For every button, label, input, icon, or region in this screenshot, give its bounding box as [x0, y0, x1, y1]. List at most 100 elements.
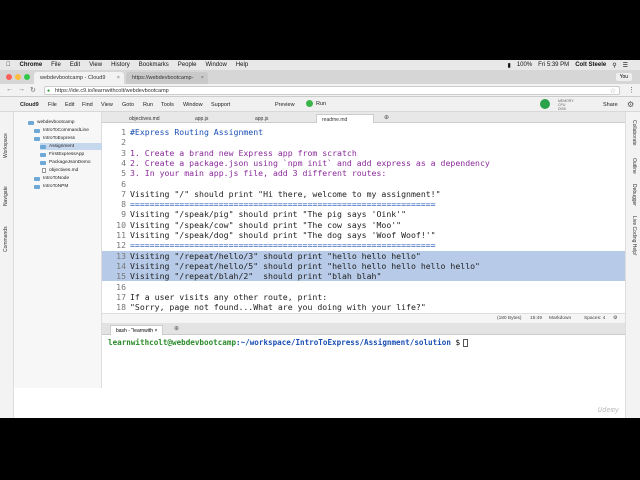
code-line[interactable]: 1 #Express Routing Assignment [102, 127, 625, 137]
line-number[interactable]: 8 [102, 199, 126, 209]
url-field[interactable]: ● https://ide.c9.io/learnwithcolt/webdev… [44, 86, 620, 95]
live-coding-help-panel-tab[interactable]: Live Coding Help! [631, 216, 637, 255]
line-number[interactable]: 9 [102, 209, 126, 219]
navigate-panel-tab[interactable]: Navigate [3, 186, 9, 206]
c9-menu-view[interactable]: View [101, 102, 113, 108]
commands-panel-tab[interactable]: Commands [3, 226, 9, 252]
code-line[interactable]: 12 ======================================… [102, 240, 625, 250]
code-line[interactable]: 18 "Sorry, page not found...What are you … [102, 302, 625, 312]
tree-node-introtonpm[interactable]: IntroToNPM [34, 183, 68, 190]
code-line[interactable]: 5 3. In your main app.js file, add 3 diff… [102, 168, 625, 178]
code-line[interactable]: 16 [102, 282, 625, 292]
c9-menu-edit[interactable]: Edit [65, 102, 74, 108]
line-number[interactable]: 4 [102, 158, 126, 168]
settings-gear-icon[interactable]: ⚙ [613, 316, 617, 321]
mac-menu-people[interactable]: People [178, 62, 197, 68]
terminal-tab-bash[interactable]: bash - "learnwith × [110, 325, 164, 335]
forward-icon[interactable]: → [18, 86, 25, 93]
code-line[interactable]: 8 =======================================… [102, 199, 625, 209]
preview-button[interactable]: Preview [275, 102, 295, 108]
mac-menu-bookmarks[interactable]: Bookmarks [139, 62, 169, 68]
line-number[interactable]: 17 [102, 292, 126, 302]
debugger-panel-tab[interactable]: Debugger [631, 184, 637, 206]
resource-stats[interactable]: MEMORY CPU DISK [558, 99, 574, 111]
tree-node-introtocommandline[interactable]: IntroToCommandLine [34, 127, 89, 134]
code-line[interactable]: 9 Visiting "/speak/pig" should print "The… [102, 209, 625, 219]
collaborate-panel-tab[interactable]: Collaborate [631, 120, 637, 146]
line-number[interactable]: 10 [102, 220, 126, 230]
tree-node-firstexpressapp[interactable]: FirstExpressApp [40, 151, 84, 158]
chrome-menu-icon[interactable]: ⋮ [628, 86, 635, 94]
add-terminal-icon[interactable]: ⊕ [174, 325, 179, 332]
line-number[interactable]: 12 [102, 240, 126, 250]
editor-tab-app-js-1[interactable]: app.js [190, 114, 213, 123]
c9-menu-run[interactable]: Run [143, 102, 153, 108]
browser-tab-cloud9[interactable]: webdevbootcamp - Cloud9 × [34, 72, 124, 84]
c9-menu-tools[interactable]: Tools [161, 102, 174, 108]
mac-user-name[interactable]: Colt Steele [575, 62, 606, 68]
avatar[interactable] [540, 99, 550, 109]
editor-tab-objectives[interactable]: objectives.md [124, 114, 165, 123]
editor-tab-readme[interactable]: readme.md [316, 114, 374, 123]
c9-menu-support[interactable]: Support [211, 102, 230, 108]
code-line[interactable]: 7 Visiting "/" should print "Hi there, we… [102, 189, 625, 199]
clock[interactable]: Fri 5:39 PM [538, 62, 569, 68]
mac-menu-file[interactable]: File [51, 62, 61, 68]
mac-menu-chrome[interactable]: Chrome [20, 62, 43, 68]
line-number[interactable]: 11 [102, 230, 126, 240]
gear-icon[interactable]: ⚙ [627, 100, 634, 109]
tree-node-assignment[interactable]: Assignment [40, 143, 102, 150]
mac-menu-history[interactable]: History [111, 62, 130, 68]
outline-panel-tab[interactable]: Outline [631, 158, 637, 174]
line-number[interactable]: 16 [102, 282, 126, 292]
line-number[interactable]: 15 [102, 271, 126, 281]
code-line[interactable]: 13 Visiting "/repeat/hello/3" should prin… [102, 250, 625, 261]
code-line[interactable]: 6 [102, 179, 625, 189]
indent-setting[interactable]: Spaces: 4 [584, 316, 605, 321]
c9-menu-file[interactable]: File [48, 102, 57, 108]
tree-node-packagejsondemo[interactable]: PackageJsonDemo [40, 159, 91, 166]
cursor-position[interactable]: 15:49 [530, 316, 542, 321]
code-line[interactable]: 17 If a user visits any other route, prin… [102, 292, 625, 302]
bookmark-star-icon[interactable]: ☆ [610, 87, 616, 95]
minimize-window-button[interactable] [15, 74, 21, 80]
c9-menu-window[interactable]: Window [183, 102, 203, 108]
battery-icon[interactable]: ▮ [508, 62, 511, 69]
close-tab-icon[interactable]: × [201, 75, 204, 81]
line-number[interactable]: 1 [102, 127, 126, 137]
code-editor[interactable]: 1 #Express Routing Assignment 2 3 1. Create … [102, 123, 625, 313]
share-button[interactable]: Share [603, 102, 618, 108]
line-number[interactable]: 3 [102, 148, 126, 158]
code-line[interactable]: 14 Visiting "/repeat/hello/5" should prin… [102, 260, 625, 271]
code-line[interactable]: 11 Visiting "/speak/dog" should print "Th… [102, 230, 625, 240]
reload-icon[interactable]: ↻ [30, 86, 36, 94]
tree-node-webdevbootcamp[interactable]: webdevbootcamp [28, 119, 75, 126]
zoom-window-button[interactable] [24, 74, 30, 80]
line-number[interactable]: 14 [102, 261, 126, 271]
editor-tab-app-js-2[interactable]: app.js [250, 114, 273, 123]
line-number[interactable]: 6 [102, 179, 126, 189]
close-tab-icon[interactable]: × [154, 328, 157, 334]
code-line[interactable]: 4 2. Create a package.json using `npm ini… [102, 158, 625, 168]
tree-node-objectives-md[interactable]: objectives.md [42, 167, 78, 174]
browser-tab-app[interactable]: https://webdevbootcamp- × [126, 72, 208, 84]
code-line[interactable]: 2 [102, 137, 625, 147]
back-icon[interactable]: ← [6, 86, 13, 93]
c9-menu-find[interactable]: Find [82, 102, 93, 108]
list-icon[interactable]: ☰ [623, 62, 628, 69]
line-number[interactable]: 2 [102, 137, 126, 147]
code-line[interactable]: 10 Visiting "/speak/cow" should print "Th… [102, 220, 625, 230]
search-icon[interactable]: ⚲ [612, 62, 616, 69]
add-tab-icon[interactable]: ⊕ [384, 114, 389, 121]
apple-icon[interactable]:  [6, 62, 11, 68]
mac-menu-help[interactable]: Help [236, 62, 248, 68]
code-line[interactable]: 3 1. Create a brand new Express app from … [102, 148, 625, 158]
close-tab-icon[interactable]: × [117, 75, 120, 81]
mac-menu-view[interactable]: View [89, 62, 102, 68]
code-line[interactable]: 15 Visiting "/repeat/blah/2" should print… [102, 271, 625, 282]
run-button[interactable]: Run [306, 100, 326, 107]
mac-menu-window[interactable]: Window [205, 62, 226, 68]
line-number[interactable]: 5 [102, 168, 126, 178]
profile-button[interactable]: You [615, 73, 632, 81]
tree-node-introtonode[interactable]: IntroToNode [34, 175, 69, 182]
